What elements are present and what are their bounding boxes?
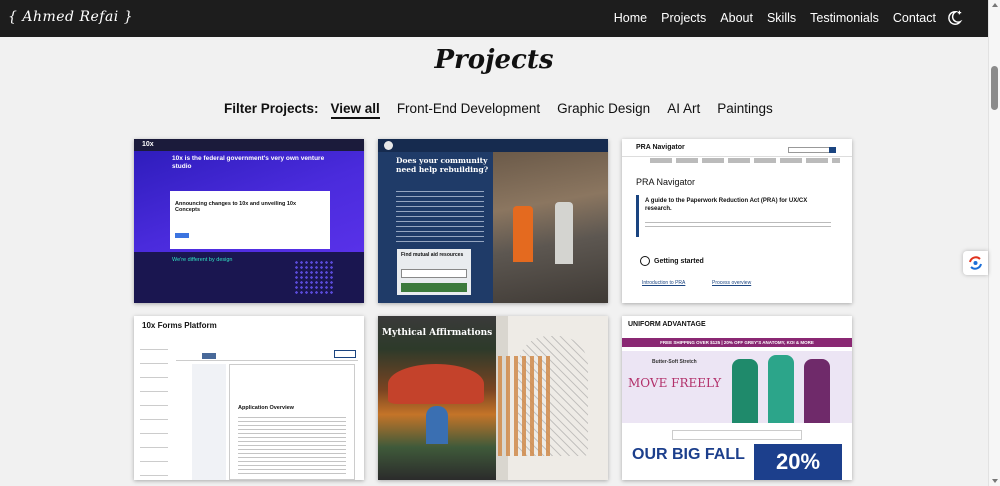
card-announcement-box: Announcing changes to 10x and unveiling … xyxy=(170,191,330,249)
model-figure xyxy=(732,359,758,423)
card-document: Application Overview xyxy=(229,364,355,480)
project-card-mythical-affirmations[interactable]: Mythical Affirmations xyxy=(378,316,608,480)
book-cover: Mythical Affirmations xyxy=(378,316,496,480)
book-title: Mythical Affirmations xyxy=(382,328,493,338)
card-page-heading: PRA Navigator xyxy=(636,177,696,187)
filter-graphic-design[interactable]: Graphic Design xyxy=(557,101,650,116)
scroll-up-arrow-icon[interactable] xyxy=(992,3,998,7)
card-document-heading: Application Overview xyxy=(238,405,294,411)
card-section-heading: Getting started xyxy=(640,256,704,266)
colored-pencils xyxy=(498,356,554,456)
filter-ai-art[interactable]: AI Art xyxy=(667,101,700,116)
steps-icon xyxy=(640,256,650,266)
nav-testimonials[interactable]: Testimonials xyxy=(810,11,879,25)
card-site-header: 10x xyxy=(134,139,364,151)
card-section-nav xyxy=(192,364,226,480)
filter-label: Filter Projects: xyxy=(224,101,319,116)
search-icon xyxy=(829,147,836,153)
card-headline: 10x is the federal government's very own… xyxy=(172,155,325,171)
model-figure xyxy=(804,359,830,423)
card-site-logo xyxy=(384,141,393,150)
card-site-logo: 10x Forms Platform xyxy=(142,321,217,330)
nav-contact[interactable]: Contact xyxy=(893,11,936,25)
project-card-mutual-aid[interactable]: Does your community need help rebuilding… xyxy=(378,139,608,303)
card-hero-text: MOVE FREELY xyxy=(628,376,722,390)
card-view-resources-button xyxy=(401,283,467,292)
card-hero-photo xyxy=(493,152,608,303)
card-announcement-heading: Announcing changes to 10x and unveiling … xyxy=(175,201,297,213)
card-active-tab xyxy=(202,353,216,359)
card-hero-banner: Butter-Soft Stretch MOVE FREELY xyxy=(622,351,852,423)
card-search-box xyxy=(788,147,836,153)
filter-front-end[interactable]: Front-End Development xyxy=(397,101,540,116)
card-panel-title: Find mutual aid resources xyxy=(401,252,464,258)
floating-widget-button[interactable] xyxy=(963,251,988,275)
card-document-text xyxy=(238,417,346,477)
filter-view-all[interactable]: View all xyxy=(330,101,380,119)
door-illustration xyxy=(426,406,448,444)
card-read-more-button xyxy=(175,233,189,238)
card-intro-panel: A guide to the Paperwork Reduction Act (… xyxy=(636,195,838,237)
card-brand-tag: Butter-Soft Stretch xyxy=(652,359,697,365)
top-navbar: { Ahmed Refai } Home Projects About Skil… xyxy=(0,0,988,37)
nav-about[interactable]: About xyxy=(720,11,753,25)
project-card-forms-platform[interactable]: 10x Forms Platform Application Overview xyxy=(134,316,364,480)
project-card-10x[interactable]: 10x 10x is the federal government's very… xyxy=(134,139,364,303)
page-title: Projects xyxy=(434,45,554,75)
card-ad-percent: 20% xyxy=(754,444,842,480)
card-bottom-section: We're different by design xyxy=(134,252,364,303)
card-site-logo: UNIFORM ADVANTAGE xyxy=(628,321,706,328)
card-ad-text: OUR BIG FALL xyxy=(632,446,745,463)
photo-worker-hazmat xyxy=(555,202,573,264)
card-dot-pattern xyxy=(294,260,334,296)
card-ad-banner: OUR BIG FALL 20% xyxy=(622,444,852,480)
card-find-resources-panel: Find mutual aid resources xyxy=(397,249,471,295)
card-link-intro: Introduction to PRA xyxy=(642,280,686,286)
card-state-select xyxy=(401,269,467,278)
card-preview-button xyxy=(334,350,356,358)
card-section-label: Getting started xyxy=(654,257,704,265)
card-sidebar xyxy=(140,340,168,480)
nav-skills[interactable]: Skills xyxy=(767,11,796,25)
site-brand[interactable]: { Ahmed Refai } xyxy=(8,9,133,25)
project-card-uniform-advantage[interactable]: UNIFORM ADVANTAGE FREE SHIPPING OVER $12… xyxy=(622,316,852,480)
moon-sparkle-icon[interactable] xyxy=(945,9,963,27)
sync-icon xyxy=(969,256,982,270)
project-card-pra-navigator[interactable]: PRA Navigator PRA Navigator A guide to t… xyxy=(622,139,852,303)
card-tabs xyxy=(176,351,358,361)
card-site-logo: PRA Navigator xyxy=(636,144,685,151)
nav-links: Home Projects About Skills Testimonials … xyxy=(614,11,936,25)
scroll-thumb[interactable] xyxy=(991,66,998,110)
project-filter: Filter Projects: View all Front-End Deve… xyxy=(224,101,790,119)
nav-home[interactable]: Home xyxy=(614,11,647,25)
page-scrollbar[interactable] xyxy=(988,0,1000,486)
card-panel-heading: A guide to the Paperwork Reduction Act (… xyxy=(645,198,808,212)
card-breadcrumb xyxy=(650,158,840,163)
nav-projects[interactable]: Projects xyxy=(661,11,706,25)
card-shop-bar xyxy=(672,430,802,440)
photo-worker-orange xyxy=(513,206,533,262)
mushroom-illustration xyxy=(388,364,484,404)
card-promo-bar: FREE SHIPPING OVER $125 | 20% OFF GREY'S… xyxy=(622,338,852,347)
scroll-down-arrow-icon[interactable] xyxy=(992,479,998,483)
model-figure xyxy=(768,355,794,423)
card-link-process: Process overview xyxy=(712,280,752,286)
card-divider xyxy=(622,156,852,157)
card-site-logo: 10x xyxy=(142,141,154,148)
card-section-label: We're different by design xyxy=(172,257,233,263)
card-panel-text xyxy=(645,222,831,230)
card-body-text xyxy=(396,191,484,245)
card-headline: Does your community need help rebuilding… xyxy=(396,156,489,175)
card-site-header xyxy=(378,139,608,152)
filter-paintings[interactable]: Paintings xyxy=(717,101,773,116)
